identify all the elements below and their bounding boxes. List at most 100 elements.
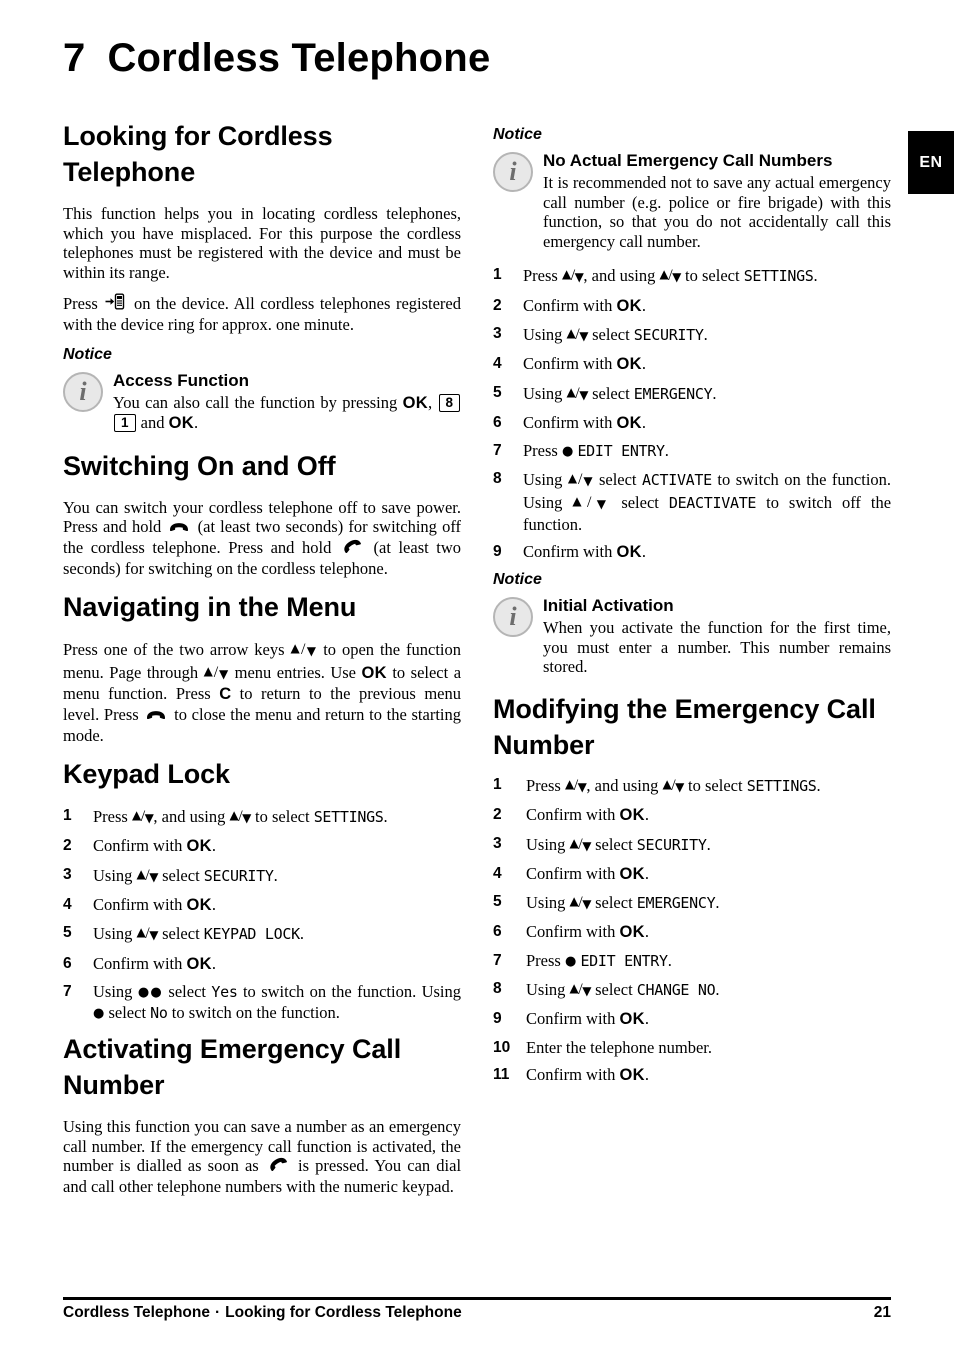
list-item: Confirm with OK. xyxy=(493,542,646,562)
arrow-keys-icon: ▲/▼ xyxy=(659,267,681,285)
arrow-keys-icon: ▲/▼ xyxy=(290,641,318,659)
notice-label-access-function: Notice xyxy=(63,345,112,363)
notice-title-initial-activation: Initial Activation xyxy=(543,596,674,616)
notice-no-actual-emergency-call-numbers: i No Actual Emergency Call Numbers It is… xyxy=(493,150,891,251)
notice-access-function: i Access Function You can also call the … xyxy=(63,370,461,434)
notice-text-no-actual-numbers: It is recommended not to save any actual… xyxy=(543,173,891,251)
steps-modifying-emergency-call: Press ▲/▼, and using ▲/▼ to select SETTI… xyxy=(493,775,891,1086)
hang-up-handset-icon xyxy=(145,706,167,726)
display-term: SETTINGS xyxy=(313,808,384,827)
single-dot-icon: ● xyxy=(564,953,577,969)
arrow-keys-icon: ▲/▼ xyxy=(662,776,684,794)
arrow-keys-icon: ▲/▼ xyxy=(566,384,589,402)
heading-modifying-emergency-call-number: Modifying the Emergency Call Number xyxy=(493,693,876,760)
arrow-keys-icon: ▲/▼ xyxy=(566,325,589,343)
arrow-keys-icon: ▲/▼ xyxy=(229,808,251,826)
display-term: ACTIVATE xyxy=(642,471,712,490)
hang-up-handset-icon xyxy=(168,518,190,538)
list-item: Press ▲/▼, and using ▲/▼ to select SETTI… xyxy=(493,775,821,795)
info-icon: i xyxy=(493,597,533,638)
ok-key-label: OK xyxy=(616,355,642,374)
list-item: Using ▲/▼ select ACTIVATE to switch on t… xyxy=(493,469,892,535)
chapter-title-text: Cordless Telephone xyxy=(107,36,491,80)
steps-activating-emergency-call: Press ▲/▼, and using ▲/▼ to select SETTI… xyxy=(493,265,891,563)
chapter-title: 7 Cordless Telephone xyxy=(63,36,490,81)
paragraph-locating-intro: This function helps you in locating cord… xyxy=(63,204,461,282)
display-term: SETTINGS xyxy=(746,776,817,795)
ok-key-label: OK xyxy=(402,393,428,412)
ok-key-label: OK xyxy=(619,923,645,942)
list-item: Press ● EDIT ENTRY. xyxy=(493,950,672,971)
ok-key-label: OK xyxy=(186,895,212,914)
list-item: Confirm with OK. xyxy=(493,922,649,942)
paging-handset-icon xyxy=(105,293,126,315)
list-item: Confirm with OK. xyxy=(493,412,646,433)
double-dot-icon: ●● xyxy=(137,984,164,1000)
list-item: Press ● EDIT ENTRY. xyxy=(493,441,669,461)
ok-key-label: OK xyxy=(616,413,642,432)
list-item: Using ▲/▼ select CHANGE NO. xyxy=(493,979,720,999)
ok-key-label: OK xyxy=(186,837,212,856)
arrow-keys-icon: ▲/▼ xyxy=(131,808,154,826)
footer: Cordless Telephone · Looking for Cordless … xyxy=(63,1304,891,1322)
display-term: EMERGENCY xyxy=(636,894,716,913)
list-item: Confirm with OK. xyxy=(63,836,216,856)
arrow-keys-icon: ▲/▼ xyxy=(569,835,592,853)
display-term: SETTINGS xyxy=(743,267,814,286)
heading-navigating-in-the-menu: Navigating in the Menu xyxy=(63,592,357,623)
list-item: Using ▲/▼ select SECURITY. xyxy=(493,834,711,854)
list-item: Using ▲/▼ select SECURITY. xyxy=(493,324,708,344)
list-item: Press ▲/▼, and using ▲/▼ to select SETTI… xyxy=(63,806,388,827)
paragraph-activating-emergency: Using this function you can save a numbe… xyxy=(63,1116,462,1196)
display-term: No xyxy=(150,1003,168,1022)
ok-key-label: OK xyxy=(186,954,212,973)
list-item: Using ▲/▼ select EMERGENCY. xyxy=(493,892,720,913)
heading-looking-for-cordless-telephone: Looking for Cordless Telephone xyxy=(63,121,333,187)
paragraph-switching-on-off: You can switch your cordless telephone o… xyxy=(63,497,462,578)
footer-divider xyxy=(63,1297,891,1300)
display-term: DEACTIVATE xyxy=(668,494,757,513)
right-column: Notice i No Actual Emergency Call Number… xyxy=(493,118,891,1093)
ok-key-label: OK xyxy=(168,414,194,433)
notice-title-access-function: Access Function xyxy=(113,370,250,390)
list-item: Confirm with OK. xyxy=(493,354,646,374)
arrow-keys-icon: ▲/▼ xyxy=(136,866,159,884)
notice-title-no-actual-numbers: No Actual Emergency Call Numbers xyxy=(543,151,833,170)
display-term: Yes xyxy=(211,982,238,1001)
arrow-keys-icon: ▲/▼ xyxy=(136,925,159,943)
notice-label-initial-activation: Notice xyxy=(493,571,542,589)
display-term: SECURITY xyxy=(633,325,704,344)
list-item: Enter the telephone number. xyxy=(493,1037,713,1058)
keycap-8: 8 xyxy=(438,393,461,412)
ok-key-label: OK xyxy=(619,1065,645,1084)
steps-keypad-lock: Press ▲/▼, and using ▲/▼ to select SETTI… xyxy=(63,806,461,1023)
list-item: Confirm with OK. xyxy=(493,1009,649,1029)
heading-switching-on-and-off: Switching On and Off xyxy=(63,450,336,481)
paragraph-press-paging: Press on the device. All cordless teleph… xyxy=(63,293,461,334)
list-item: Confirm with OK. xyxy=(63,953,216,974)
manual-page: 7 Cordless Telephone EN Looking for Cordl… xyxy=(0,0,954,1352)
display-term: SECURITY xyxy=(203,866,274,885)
ok-key-label: OK xyxy=(619,1010,645,1029)
ok-key-label: OK xyxy=(619,864,645,883)
display-term: SECURITY xyxy=(636,835,707,854)
ok-key-label: OK xyxy=(619,806,645,825)
display-term: EDIT ENTRY xyxy=(580,951,668,970)
ok-key-label: OK xyxy=(616,543,642,562)
footer-chapter: Cordless Telephone xyxy=(63,1304,210,1321)
list-item: Using ▲/▼ select EMERGENCY. xyxy=(493,383,717,403)
display-term: EMERGENCY xyxy=(633,384,713,403)
heading-activating-emergency-call-number: Activating Emergency Call Number xyxy=(63,1033,402,1100)
arrow-keys-icon: ▲/▼ xyxy=(569,894,592,912)
ok-key-label: OK xyxy=(616,296,642,315)
list-item: Using ▲/▼ select SECURITY. xyxy=(63,865,278,885)
display-term: EDIT ENTRY xyxy=(577,442,665,461)
heading-keypad-lock: Keypad Lock xyxy=(63,759,230,790)
c-key-label: C xyxy=(219,685,232,704)
notice-label-no-actual-numbers: Notice xyxy=(493,126,542,143)
list-item: Confirm with OK. xyxy=(493,805,649,825)
list-item: Confirm with OK. xyxy=(493,863,649,884)
arrow-keys-icon: ▲/▼ xyxy=(572,494,612,512)
footer-section: Looking for Cordless Telephone xyxy=(225,1304,462,1321)
info-icon: i xyxy=(63,371,103,412)
